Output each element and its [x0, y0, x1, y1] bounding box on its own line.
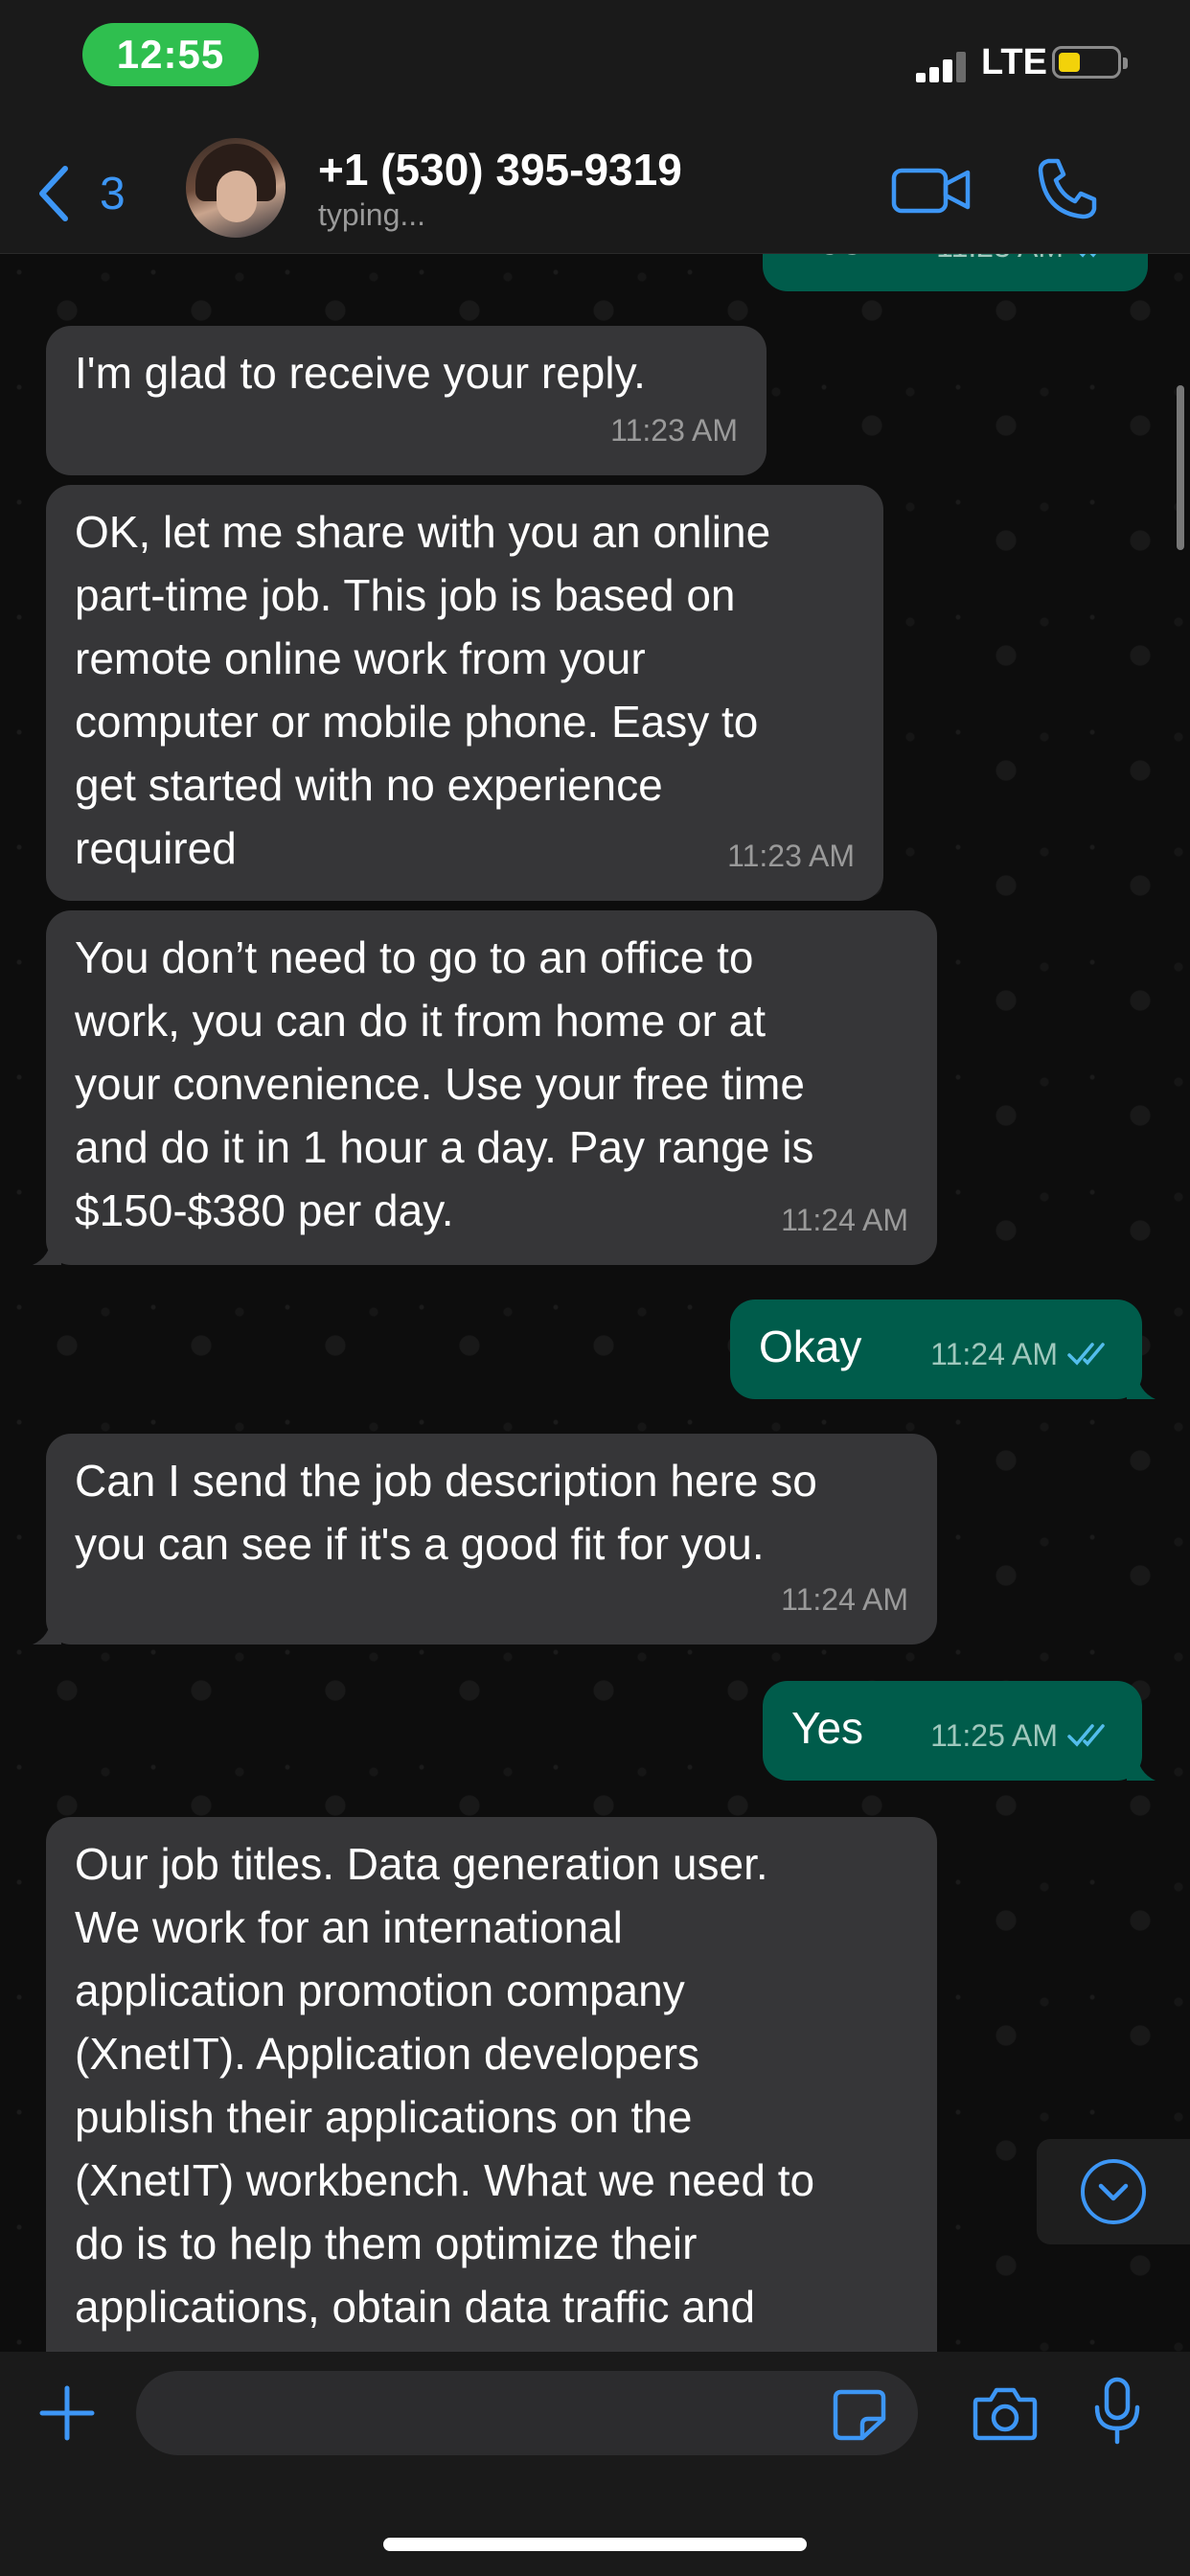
contact-name[interactable]: +1 (530) 395-9319 [318, 144, 682, 196]
battery-icon [1052, 46, 1128, 79]
message-time: 11:24 AM [781, 1203, 908, 1237]
contact-status: typing... [318, 197, 426, 232]
message-time: 11:24 AM [930, 1337, 1058, 1371]
message-text: Yes [791, 1703, 864, 1753]
back-chevron-icon [39, 166, 68, 221]
video-call-icon[interactable] [891, 161, 972, 218]
camera-icon[interactable] [972, 2384, 1039, 2442]
signal-icon [916, 50, 968, 82]
message-text: Can I send the job description here so y… [75, 1456, 817, 1569]
sticker-icon[interactable] [832, 2388, 887, 2442]
message-bubble-incoming[interactable]: I'm glad to receive your reply. 11:23 AM [46, 326, 767, 475]
message-text: I'm glad to receive your reply. [75, 348, 646, 398]
message-time: 11:25 AM [930, 1718, 1058, 1753]
message-text: Our job titles. Data generation user. We… [75, 1839, 815, 2332]
message-meta: 11:24 AM [930, 1322, 1113, 1386]
status-bar: 12:55 LTE [0, 0, 1190, 134]
message-text: OK, let me share with you an online part… [75, 507, 771, 873]
scroll-down-icon [1081, 2159, 1146, 2224]
chat-screen: Yes 11:23 AM I'm glad to receive your re… [0, 0, 1190, 2576]
scroll-indicator[interactable] [1177, 385, 1184, 550]
message-bubble-outgoing[interactable]: Yes 11:25 AM [763, 1681, 1156, 1781]
message-bubble-incoming[interactable]: Can I send the job description here so y… [33, 1434, 937, 1644]
message-meta: 11:25 AM [930, 1704, 1113, 1767]
message-meta: 11:24 AM [781, 1568, 908, 1631]
message-time: 11:23 AM [727, 839, 855, 873]
bubble-tail [1127, 1370, 1156, 1399]
message-time: 11:24 AM [781, 1582, 908, 1617]
status-time: 12:55 [82, 23, 259, 86]
message-time: 11:23 AM [610, 413, 738, 448]
message-meta: 11:24 AM [781, 1188, 908, 1252]
read-ticks-icon [1067, 1724, 1105, 1747]
read-ticks-icon [1067, 1343, 1105, 1366]
message-meta: 11:23 AM [727, 824, 855, 887]
chat-header: 3 +1 (530) 395-9319 typing... [0, 134, 1190, 254]
bubble-tail [33, 1616, 61, 1644]
message-bubble-outgoing[interactable]: Okay 11:24 AM [730, 1300, 1156, 1399]
phone-call-icon[interactable] [1035, 155, 1098, 222]
microphone-icon[interactable] [1092, 2377, 1142, 2446]
message-bubble-incoming[interactable]: You don’t need to go to an office to wor… [33, 910, 937, 1265]
message-bubble-incoming[interactable]: OK, let me share with you an online part… [46, 485, 883, 901]
plus-icon[interactable] [38, 2384, 96, 2442]
bubble-tail [1127, 1752, 1156, 1781]
message-meta: 11:23 AM [610, 399, 738, 462]
scroll-down-button[interactable] [1037, 2139, 1190, 2244]
composer-bar [0, 2352, 1190, 2576]
back-button[interactable]: 3 [34, 155, 126, 232]
avatar[interactable] [186, 138, 286, 238]
message-text: Okay [759, 1322, 862, 1371]
home-indicator[interactable] [383, 2538, 807, 2551]
unread-count: 3 [100, 168, 126, 219]
message-text: You don’t need to go to an office to wor… [75, 932, 814, 1235]
network-label: LTE [981, 42, 1047, 82]
bubble-tail [33, 1236, 61, 1265]
message-input[interactable] [136, 2371, 918, 2455]
message-bubble-incoming[interactable]: Our job titles. Data generation user. We… [46, 1817, 937, 2392]
